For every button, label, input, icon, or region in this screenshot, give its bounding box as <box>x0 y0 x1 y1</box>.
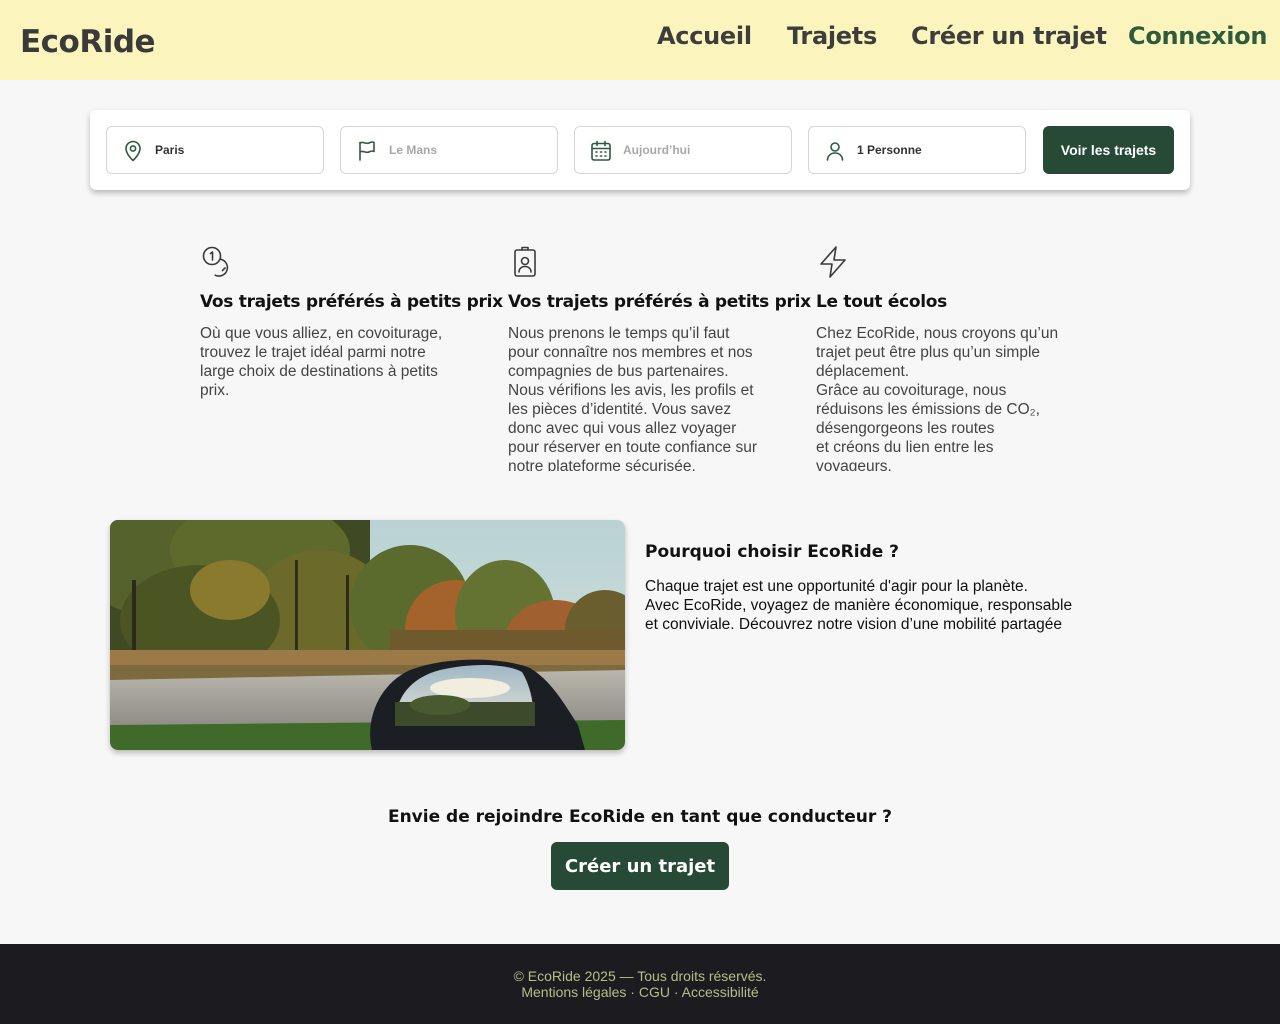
flag-icon <box>359 141 375 161</box>
site-footer: © EcoRide 2025 — Tous droits réservés. M… <box>0 944 1280 1024</box>
site-header: EcoRide Accueil Trajets Créer un trajet … <box>0 0 1280 80</box>
search-trips-button[interactable]: Voir les trajets <box>1043 126 1174 174</box>
feature-card: Le tout écolos Chez EcoRide, nous croyon… <box>816 244 1116 471</box>
nav-accueil[interactable]: Accueil <box>657 22 752 50</box>
footer-separator: · <box>669 984 682 1000</box>
feature-title: Le tout écolos <box>816 292 947 312</box>
date-placeholder: Aujourd’hui <box>623 143 691 157</box>
feature-text: Chez EcoRide, nous croyons qu’un trajet … <box>816 325 1059 471</box>
search-bar: Paris Le Mans Aujourd’hui 1 Personne Voi… <box>90 110 1190 190</box>
feature-card: Vos trajets préférés à petits prix Nous … <box>508 244 811 471</box>
feature-card: Vos trajets préférés à petits prix Où qu… <box>200 244 503 471</box>
feature-text: Nous prenons le temps qu’il faut pour co… <box>508 325 757 471</box>
create-trip-button[interactable]: Créer un trajet <box>551 842 729 890</box>
passengers-value: 1 Personne <box>857 143 922 157</box>
nav-creer-trajet[interactable]: Créer un trajet <box>911 22 1107 50</box>
coins-icon <box>202 246 229 277</box>
feature-title: Vos trajets préférés à petits prix <box>508 292 811 312</box>
cta-title: Envie de rejoindre EcoRide en tant que c… <box>387 807 893 827</box>
date-field[interactable]: Aujourd’hui <box>574 126 792 174</box>
passengers-field[interactable]: 1 Personne <box>808 126 1026 174</box>
feature-text: Où que vous alliez, en covoiturage, trou… <box>200 325 443 399</box>
destination-field[interactable]: Le Mans <box>340 126 558 174</box>
departure-field[interactable]: Paris <box>106 126 324 174</box>
site-logo[interactable]: EcoRide <box>20 24 156 60</box>
footer-link-cgu[interactable]: CGU <box>639 984 670 1000</box>
map-pin-icon <box>125 140 141 162</box>
nav-connexion[interactable]: Connexion <box>1128 22 1267 50</box>
footer-copyright: © EcoRide 2025 — Tous droits réservés. <box>513 968 767 984</box>
footer-links: Mentions légales · CGU · Accessibilité <box>0 984 1280 1000</box>
id-badge-icon <box>514 246 536 277</box>
lightning-icon <box>820 246 846 278</box>
nav-trajets[interactable]: Trajets <box>787 22 877 50</box>
why-title: Pourquoi choisir EcoRide ? <box>645 542 900 562</box>
car-mirror-photo <box>110 520 625 750</box>
footer-separator: · <box>626 984 639 1000</box>
user-icon <box>826 142 844 161</box>
destination-placeholder: Le Mans <box>389 143 438 157</box>
feature-title: Vos trajets préférés à petits prix <box>200 292 503 312</box>
why-text: Chaque trajet est une opportunité d'agir… <box>645 578 1073 633</box>
departure-value: Paris <box>155 143 185 157</box>
footer-link-mentions[interactable]: Mentions légales <box>521 984 626 1000</box>
footer-link-accessibilite[interactable]: Accessibilité <box>682 984 759 1000</box>
calendar-icon <box>591 140 611 161</box>
